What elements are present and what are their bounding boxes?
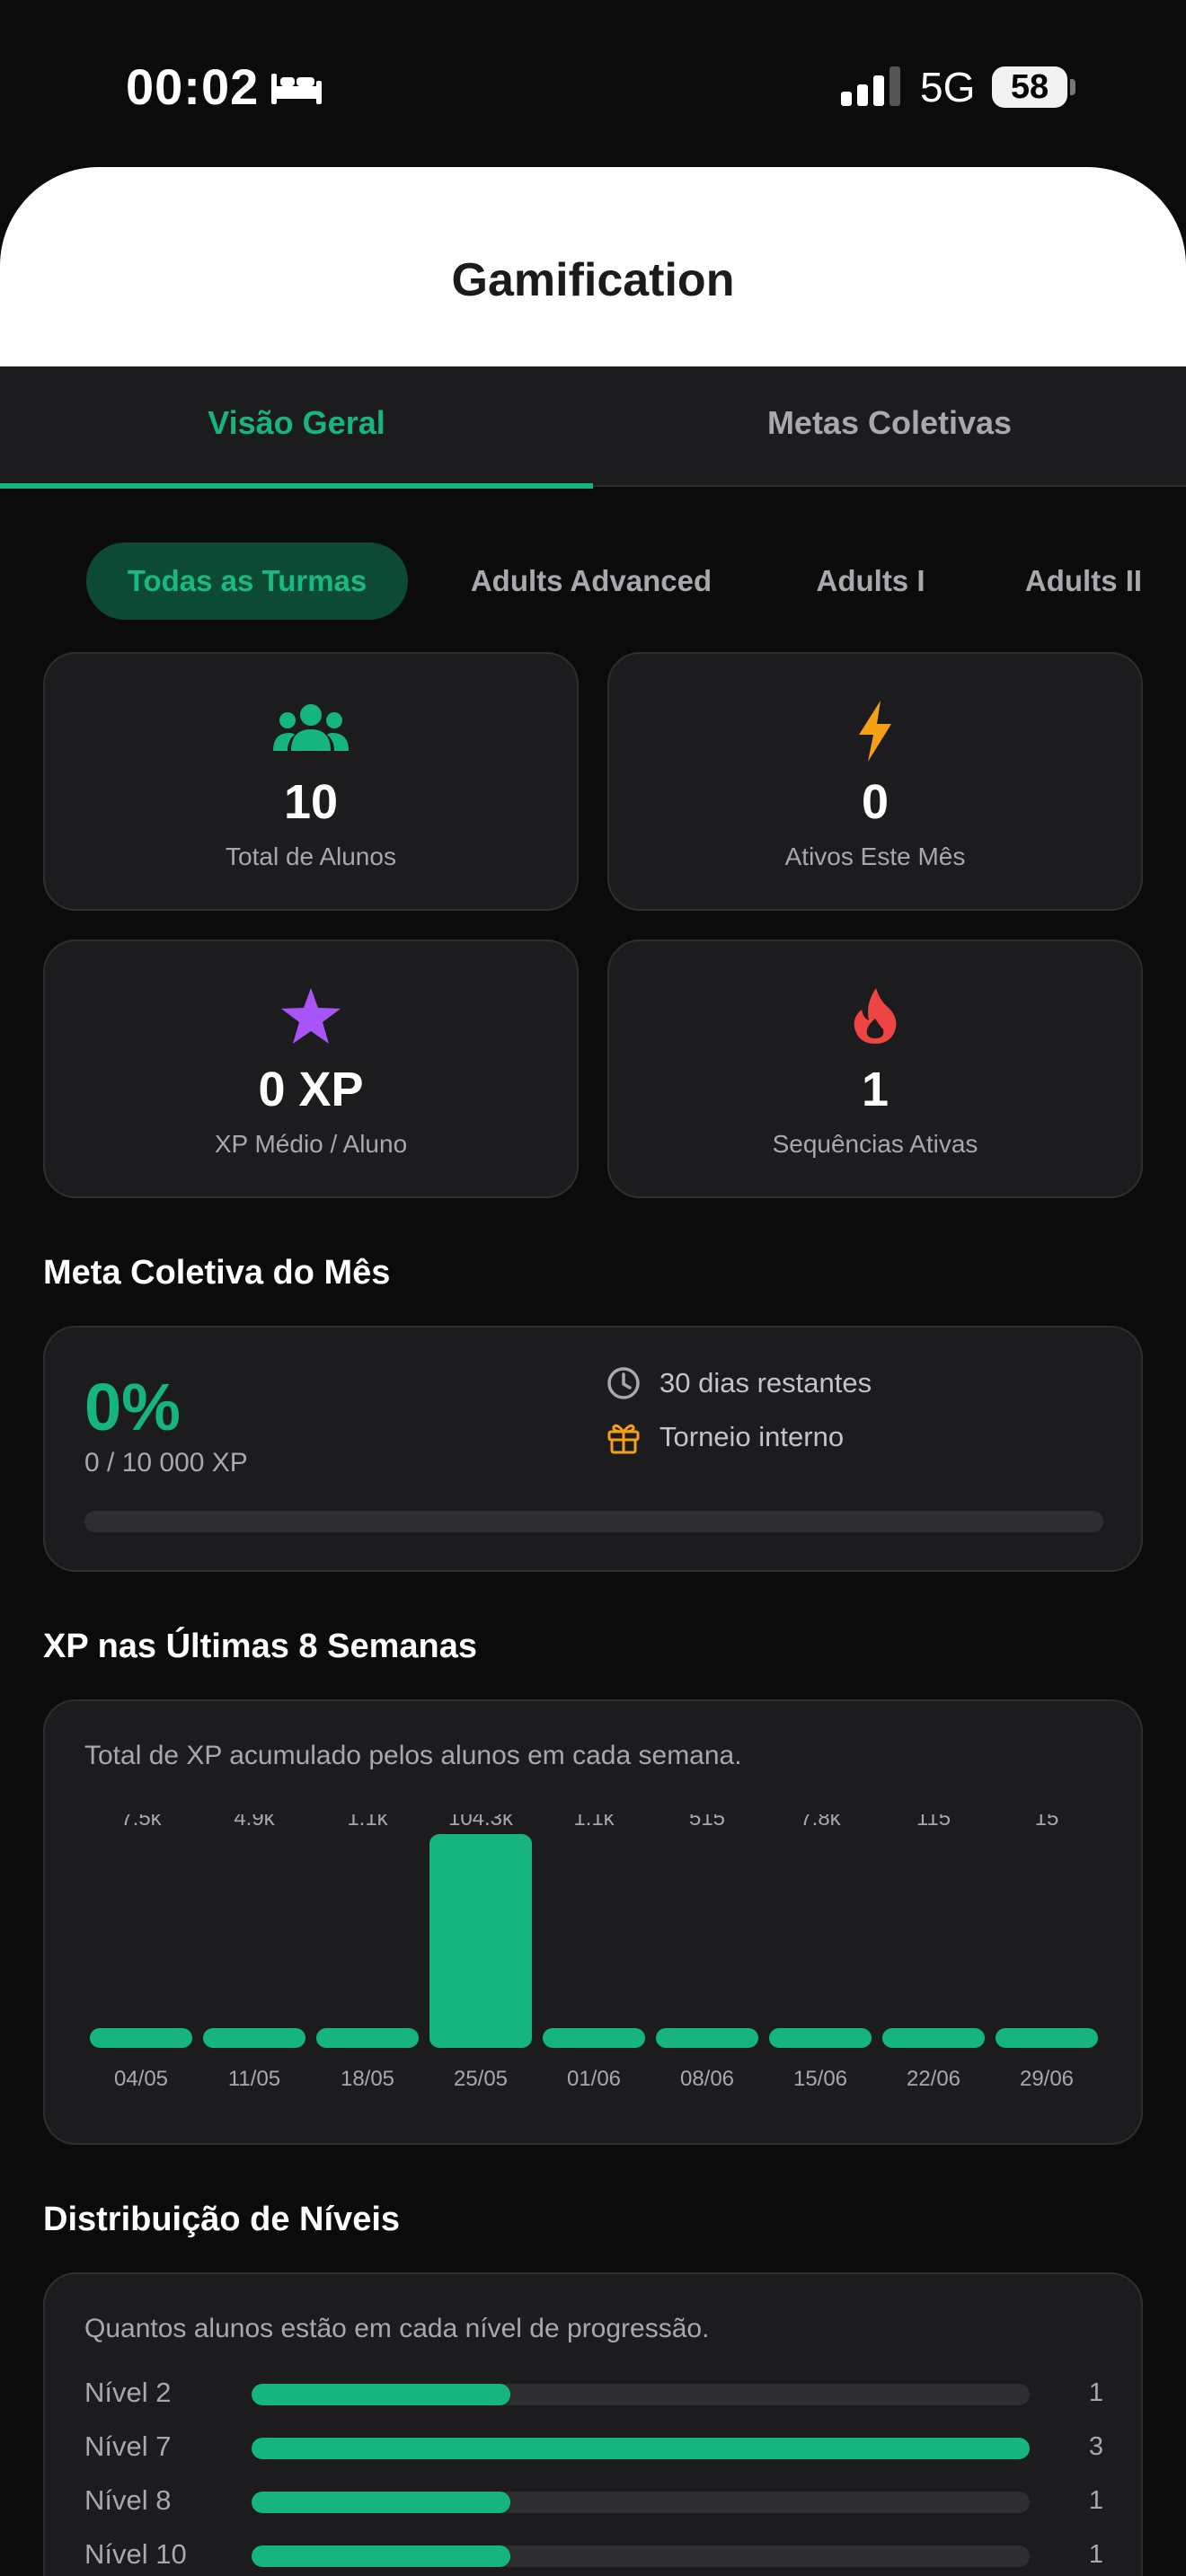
chart-category-label: 01/06: [567, 2067, 621, 2091]
chart-value-label: 115: [916, 1814, 951, 1831]
chart-value-label: 4.9k: [234, 1814, 275, 1831]
stat-card-active-this-month: 0 Ativos Este Mês: [607, 652, 1143, 911]
chart-category-label: 18/05: [341, 2067, 394, 2091]
section-title-monthly-goal: Meta Coletiva do Mês: [43, 1254, 391, 1292]
page-title: Gamification: [451, 254, 735, 306]
filter-chip-adults-ii[interactable]: Adults II: [1005, 543, 1163, 620]
level-count: 3: [1088, 2432, 1103, 2461]
status-bar: 00:02 5G 58: [0, 0, 1186, 167]
monthly-goal-card: 0% 0 / 10 000 XP 30 dias restantes Torne…: [43, 1326, 1143, 1572]
chart-value-label: 1.1k: [347, 1814, 388, 1831]
level-bar-fill: [252, 2492, 511, 2513]
chart-value-label: 7.5k: [120, 1814, 162, 1831]
battery-level: 58: [992, 66, 1067, 108]
level-bar-track: [252, 2438, 1030, 2459]
chart-bar: [656, 2028, 758, 2048]
level-bar-fill: [252, 2545, 511, 2567]
goal-reward: Torneio interno: [606, 1419, 844, 1455]
chart-bar: [543, 2028, 645, 2048]
gift-icon: [607, 1424, 640, 1454]
level-count: 1: [1088, 2486, 1103, 2515]
goal-percent: 0%: [84, 1370, 181, 1444]
chart-value-label: 515: [689, 1814, 725, 1831]
level-bar-track: [252, 2492, 1030, 2513]
chart-value-label: 15: [1035, 1814, 1059, 1831]
chart-category-label: 22/06: [907, 2067, 960, 2091]
level-bar-track: [252, 2545, 1030, 2567]
stat-card-average-xp: 0 XP XP Médio / Aluno: [43, 940, 579, 1198]
weekly-xp-card: Total de XP acumulado pelos alunos em ca…: [43, 1699, 1143, 2145]
stat-label: Ativos Este Mês: [784, 842, 966, 870]
stat-label: XP Médio / Aluno: [214, 1130, 408, 1158]
filter-chip-adults-advanced[interactable]: Adults Advanced: [456, 543, 726, 620]
level-bar-fill: [252, 2438, 1030, 2459]
chart-category-label: 25/05: [454, 2067, 508, 2091]
users-icon: [273, 704, 349, 751]
level-bar-track: [252, 2384, 1030, 2405]
chart-bar: [882, 2028, 985, 2048]
filter-chip-adults-i[interactable]: Adults I: [800, 543, 942, 620]
stat-value: 1: [861, 1063, 890, 1116]
stat-card-total-students: 10 Total de Alunos: [43, 652, 579, 911]
section-title-weekly-xp: XP nas Últimas 8 Semanas: [43, 1628, 477, 1665]
chart-category-label: 08/06: [680, 2067, 734, 2091]
star-icon: [281, 988, 341, 1044]
days-remaining-text: 30 dias restantes: [659, 1367, 872, 1398]
battery-cap: [1070, 79, 1075, 95]
stat-card-active-streaks: 1 Sequências Ativas: [607, 940, 1143, 1198]
level-name: Nível 8: [84, 2484, 172, 2516]
chart-category-label: 29/06: [1020, 2067, 1074, 2091]
tab-collective-goals[interactable]: Metas Coletivas: [593, 366, 1186, 487]
chart-category-label: 04/05: [114, 2067, 168, 2091]
level-name: Nível 2: [84, 2377, 172, 2408]
level-name: Nível 7: [84, 2430, 172, 2462]
goal-days-remaining: 30 dias restantes: [606, 1365, 872, 1401]
level-count: 1: [1088, 2378, 1103, 2407]
filter-chip-all-classes[interactable]: Todas as Turmas: [86, 543, 408, 620]
chart-bar: [90, 2028, 192, 2048]
levels-caption: Quantos alunos estão em cada nível de pr…: [84, 2314, 710, 2343]
stat-label: Sequências Ativas: [772, 1130, 978, 1158]
chart-caption: Total de XP acumulado pelos alunos em ca…: [84, 1741, 742, 1770]
page-header: Gamification: [0, 167, 1186, 366]
chart-bar: [996, 2028, 1098, 2048]
chart-bar: [429, 1834, 532, 2048]
reward-text: Torneio interno: [659, 1421, 845, 1452]
chart-value-label: 7.8k: [800, 1814, 841, 1831]
tab-bar: Visão Geral Metas Coletivas: [0, 366, 1186, 489]
stat-label: Total de Alunos: [226, 842, 396, 870]
status-time: 00:02: [126, 58, 260, 115]
level-count: 1: [1088, 2540, 1103, 2569]
clock-icon: [607, 1367, 640, 1399]
flame-icon: [854, 988, 897, 1044]
stat-value: 10: [283, 775, 339, 829]
level-row: Nível 10 1: [84, 2536, 1103, 2572]
goal-progress-text: 0 / 10 000 XP: [84, 1448, 248, 1478]
section-title-levels: Distribuição de Níveis: [43, 2201, 401, 2238]
weekly-xp-chart: 7.5k 04/05 4.9k 11/05 1.1k 18/05 104.3k 25/05 1.…: [90, 1814, 1098, 2091]
stat-value: 0: [861, 775, 890, 829]
chart-category-label: 15/06: [793, 2067, 847, 2091]
sleep-mode-icon: [271, 74, 322, 104]
goal-progress-track: [84, 1511, 1103, 1532]
signal-icon: [841, 66, 900, 106]
level-bar-fill: [252, 2384, 511, 2405]
chart-category-label: 11/05: [228, 2067, 280, 2091]
levels-card: Quantos alunos estão em cada nível de pr…: [43, 2272, 1143, 2576]
network-type: 5G: [920, 64, 976, 110]
chart-bar: [769, 2028, 872, 2048]
tab-overview[interactable]: Visão Geral: [0, 366, 593, 489]
chart-value-label: 1.1k: [573, 1814, 615, 1831]
level-row: Nível 7 3: [84, 2429, 1103, 2465]
stat-value: 0 XP: [258, 1063, 364, 1116]
level-name: Nível 10: [84, 2538, 187, 2570]
level-row: Nível 2 1: [84, 2375, 1103, 2411]
level-row: Nível 8 1: [84, 2483, 1103, 2519]
chart-bar: [203, 2028, 305, 2048]
lightning-icon: [859, 701, 891, 762]
chart-bar: [316, 2028, 419, 2048]
chart-value-label: 104.3k: [448, 1814, 514, 1831]
